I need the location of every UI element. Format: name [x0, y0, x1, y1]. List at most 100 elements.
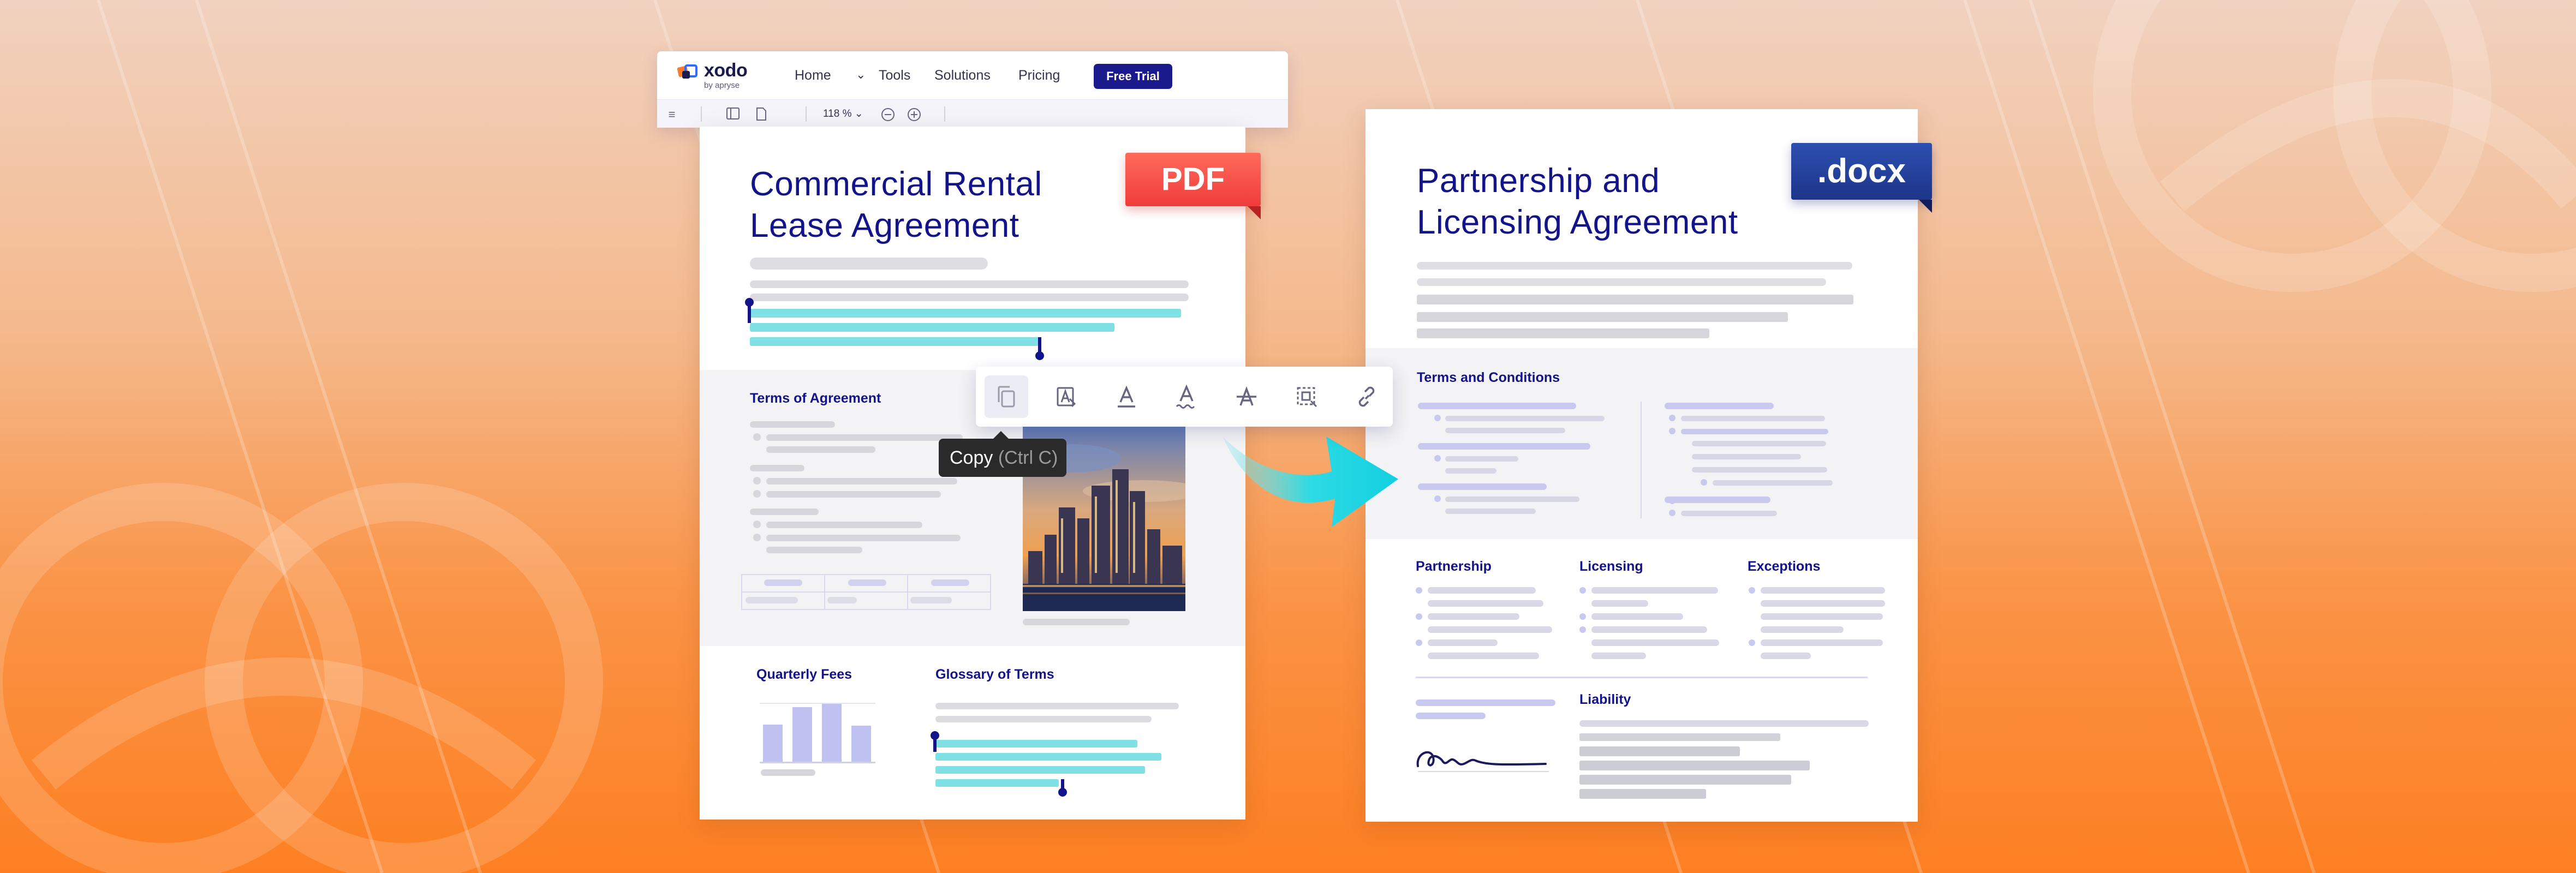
text-line	[750, 294, 1189, 301]
nav-tools[interactable]: Tools	[879, 68, 910, 83]
text-line	[1692, 467, 1827, 473]
text-select-button[interactable]	[1043, 375, 1087, 418]
col-exceptions-heading: Exceptions	[1748, 559, 1821, 574]
sidebar-toggle-icon[interactable]	[726, 107, 740, 122]
chevron-down-icon[interactable]: ⌄	[856, 68, 866, 82]
badge-fold	[1919, 200, 1932, 213]
chart-axis	[760, 762, 875, 763]
text-line	[1579, 789, 1706, 799]
text-line	[1761, 600, 1885, 607]
text-line	[1591, 653, 1646, 659]
highlighted-text-line[interactable]	[750, 309, 1181, 318]
page-view-icon[interactable]	[754, 107, 768, 122]
bullet	[1669, 415, 1675, 421]
nav-home[interactable]: Home	[795, 68, 831, 83]
text-line	[766, 547, 862, 553]
text-line	[766, 478, 957, 485]
copy-button[interactable]	[985, 375, 1028, 418]
quarterly-fees-heading: Quarterly Fees	[756, 667, 852, 682]
highlighted-text-line[interactable]	[750, 337, 1039, 346]
xodo-logo-icon	[677, 64, 697, 79]
free-trial-button[interactable]: Free Trial	[1094, 64, 1172, 89]
col-licensing-heading: Licensing	[1579, 559, 1643, 574]
text-line	[1579, 720, 1869, 727]
glossary-heading: Glossary of Terms	[935, 667, 1054, 682]
list-heading-line	[1665, 497, 1770, 503]
zoom-in-icon[interactable]	[907, 107, 921, 122]
divider	[701, 106, 702, 122]
chart-bar	[792, 707, 812, 762]
bullet	[1416, 613, 1422, 620]
bullet	[1579, 626, 1586, 633]
text-line	[1445, 456, 1518, 462]
selection-start-handle[interactable]	[745, 298, 754, 323]
text-line	[1692, 441, 1826, 446]
terms-heading: Terms of Agreement	[750, 391, 881, 406]
caption-line	[1023, 619, 1130, 625]
docx-title-line2: Licensing Agreement	[1417, 204, 1738, 241]
highlighted-text-line[interactable]	[935, 740, 1137, 748]
highlighted-text-line[interactable]	[935, 779, 1059, 787]
docx-title-line1: Partnership and	[1417, 162, 1660, 200]
area-select-button[interactable]	[1285, 375, 1328, 418]
text-line	[1428, 600, 1543, 607]
link-button[interactable]	[1345, 375, 1388, 418]
squiggly-button[interactable]	[1165, 375, 1208, 418]
text-line	[1417, 295, 1853, 304]
highlighted-text-line[interactable]	[750, 323, 1114, 332]
text-line	[1428, 587, 1536, 594]
highlighted-text-line[interactable]	[935, 753, 1161, 761]
zoom-out-icon[interactable]	[881, 107, 895, 122]
bullet	[753, 477, 761, 485]
text-line	[1428, 626, 1552, 633]
text-line	[1681, 416, 1825, 421]
divider	[806, 106, 807, 122]
selection-start-handle[interactable]	[931, 731, 939, 752]
menu-icon[interactable]: ≡	[665, 107, 679, 122]
bullet	[1434, 455, 1441, 462]
text-line	[1428, 639, 1498, 646]
list-heading-line	[1418, 403, 1576, 409]
bullet	[1749, 639, 1755, 646]
nav-solutions[interactable]: Solutions	[934, 68, 991, 83]
pdf-title-line1: Commercial Rental	[750, 165, 1042, 203]
text-line	[1579, 746, 1740, 756]
selection-end-handle[interactable]	[1035, 337, 1044, 360]
viewer-toolbar: ≡ 118 % ⌄	[657, 99, 1288, 128]
strikethrough-button[interactable]	[1225, 375, 1268, 418]
text-line	[1445, 497, 1579, 502]
text-line	[1579, 733, 1780, 741]
col-partnership-heading: Partnership	[1416, 559, 1492, 574]
squiggly-icon	[1176, 385, 1195, 409]
chart-bar	[851, 726, 871, 762]
nav-pricing[interactable]: Pricing	[1018, 68, 1060, 83]
list-heading-line	[1418, 483, 1547, 490]
chart-bar	[763, 725, 783, 762]
text-select-icon	[1057, 387, 1076, 408]
text-selection-toolbar	[976, 367, 1393, 427]
badge-fold	[1248, 206, 1261, 219]
bullet	[1416, 639, 1422, 646]
text-line	[1579, 761, 1810, 770]
text-line	[750, 509, 819, 515]
underline-button[interactable]	[1105, 375, 1148, 418]
list-heading-line	[1665, 403, 1774, 409]
logo-name[interactable]: xodo	[704, 60, 748, 81]
bullet	[1669, 510, 1675, 516]
text-line	[1713, 480, 1833, 486]
text-line	[766, 535, 961, 541]
text-line	[1591, 639, 1719, 646]
text-line	[1761, 639, 1883, 646]
text-line	[1681, 511, 1777, 516]
underline-icon	[1118, 385, 1135, 408]
conversion-arrow-icon	[1223, 436, 1398, 527]
area-select-icon	[1297, 387, 1317, 408]
text-line	[1761, 626, 1844, 633]
highlighted-text-line[interactable]	[935, 766, 1145, 774]
selection-end-handle[interactable]	[1058, 779, 1067, 797]
docx-document: Partnership and Licensing Agreement Term…	[1365, 109, 1918, 822]
zoom-level[interactable]: 118 % ⌄	[823, 107, 863, 120]
text-line	[1416, 713, 1486, 719]
bullet	[753, 433, 761, 441]
text-line	[1761, 653, 1811, 659]
